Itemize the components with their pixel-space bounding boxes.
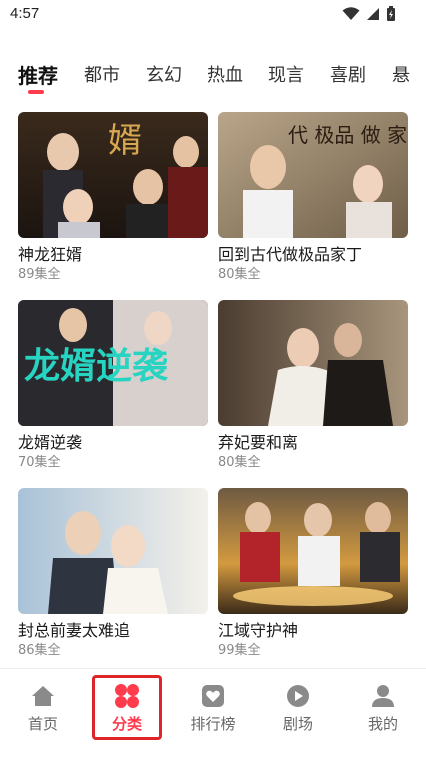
drama-title[interactable]: 神龙狂婿 (18, 244, 208, 266)
nav-ranking[interactable]: 排行榜 (178, 683, 248, 734)
nav-home[interactable]: 首页 (8, 683, 78, 734)
category-icon (115, 684, 139, 708)
status-bar: 4:57 (0, 0, 426, 30)
profile-icon (372, 685, 394, 707)
nav-theater-label: 剧场 (282, 715, 313, 733)
drama-card[interactable]: 弃妃要和离 80集全 (218, 300, 408, 472)
drama-title[interactable]: 回到古代做极品家丁 (218, 244, 408, 266)
theater-icon (287, 685, 309, 707)
drama-episodes: 70集全 (18, 455, 61, 470)
drama-card[interactable]: 江域守护神 99集全 (218, 488, 408, 660)
tab-action[interactable]: 热血 (207, 62, 243, 90)
drama-poster[interactable]: 代 极品 做 家 丁 (218, 112, 408, 238)
nav-profile[interactable]: 我的 (348, 683, 418, 734)
drama-poster[interactable] (218, 300, 408, 426)
drama-card[interactable]: 代 极品 做 家 丁 回到古代做极品家丁 80集全 (218, 112, 408, 284)
tab-recommend[interactable]: 推荐 (18, 62, 58, 90)
tab-comedy[interactable]: 喜剧 (330, 62, 366, 90)
poster-title-text: 婿 (108, 121, 142, 161)
drama-episodes: 99集全 (218, 643, 261, 658)
home-icon (32, 686, 54, 706)
drama-poster[interactable] (218, 488, 408, 614)
drama-episodes: 80集全 (218, 455, 261, 470)
status-time: 4:57 (10, 5, 40, 22)
drama-title[interactable]: 封总前妻太难追 (18, 620, 208, 642)
status-icons (342, 6, 396, 22)
ranking-icon (202, 685, 224, 707)
poster-title-text: 代 极品 做 家 丁 (288, 123, 408, 147)
nav-theater[interactable]: 剧场 (263, 683, 333, 734)
nav-ranking-label: 排行榜 (190, 715, 236, 733)
bottom-navigation: 首页 分类 排行榜 剧场 我的 (0, 668, 426, 758)
drama-episodes: 86集全 (18, 643, 61, 658)
drama-title[interactable]: 龙婿逆袭 (18, 432, 208, 454)
active-tab-indicator (28, 90, 44, 94)
drama-card[interactable]: 龙婿逆袭 龙婿逆袭 70集全 (18, 300, 208, 472)
category-tabs: 推荐 都市 玄幻 热血 现言 喜剧 悬 (0, 62, 426, 98)
drama-card[interactable]: 婿 神龙狂婿 89集全 (18, 112, 208, 284)
poster-title-text: 龙婿逆袭 (24, 345, 169, 387)
tab-modern-romance[interactable]: 现言 (268, 62, 304, 90)
wifi-icon (342, 7, 360, 20)
drama-episodes: 80集全 (218, 267, 261, 282)
nav-category[interactable]: 分类 (92, 683, 162, 734)
tab-urban[interactable]: 都市 (84, 62, 120, 90)
drama-poster[interactable]: 婿 (18, 112, 208, 238)
drama-episodes: 89集全 (18, 267, 61, 282)
battery-icon (387, 6, 395, 21)
drama-poster[interactable]: 龙婿逆袭 (18, 300, 208, 426)
tab-fantasy[interactable]: 玄幻 (146, 62, 182, 90)
nav-profile-label: 我的 (367, 715, 398, 733)
drama-title[interactable]: 江域守护神 (218, 620, 408, 642)
drama-card[interactable]: 封总前妻太难追 86集全 (18, 488, 208, 660)
nav-category-label: 分类 (111, 715, 142, 733)
drama-title[interactable]: 弃妃要和离 (218, 432, 408, 454)
nav-home-label: 首页 (27, 715, 58, 733)
tab-suspense[interactable]: 悬 (392, 62, 410, 90)
signal-icon (367, 8, 379, 20)
drama-poster[interactable] (18, 488, 208, 614)
